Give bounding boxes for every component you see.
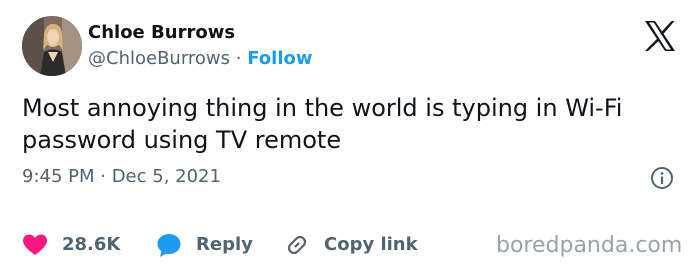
divider — [22, 206, 682, 207]
user-handle[interactable]: @ChloeBurrows — [88, 48, 230, 69]
like-count: 28.6K — [62, 234, 121, 255]
reply-button[interactable]: Reply — [156, 231, 253, 259]
reply-label: Reply — [196, 234, 253, 255]
tweet-card: Chloe Burrows @ChloeBurrows · Follow Mos… — [0, 0, 700, 259]
watermark: boredpanda.com — [496, 233, 683, 258]
link-icon — [287, 235, 307, 255]
separator-dot: · — [235, 48, 248, 69]
heart-icon — [23, 234, 47, 255]
info-icon[interactable] — [650, 166, 674, 190]
tweet-text: Most annoying thing in the world is typi… — [22, 94, 623, 154]
avatar[interactable] — [22, 16, 82, 76]
copy-link-button[interactable]: Copy link — [284, 231, 418, 259]
x-logo-icon[interactable] — [643, 20, 677, 52]
reply-bubble-icon — [157, 234, 181, 257]
like-button[interactable]: 28.6K — [22, 231, 120, 259]
handle-row: @ChloeBurrows · Follow — [88, 48, 313, 70]
display-name[interactable]: Chloe Burrows — [88, 22, 235, 44]
follow-button[interactable]: Follow — [247, 48, 312, 69]
copy-link-label: Copy link — [324, 234, 418, 255]
tweet-timestamp[interactable]: 9:45 PM · Dec 5, 2021 — [22, 166, 221, 188]
